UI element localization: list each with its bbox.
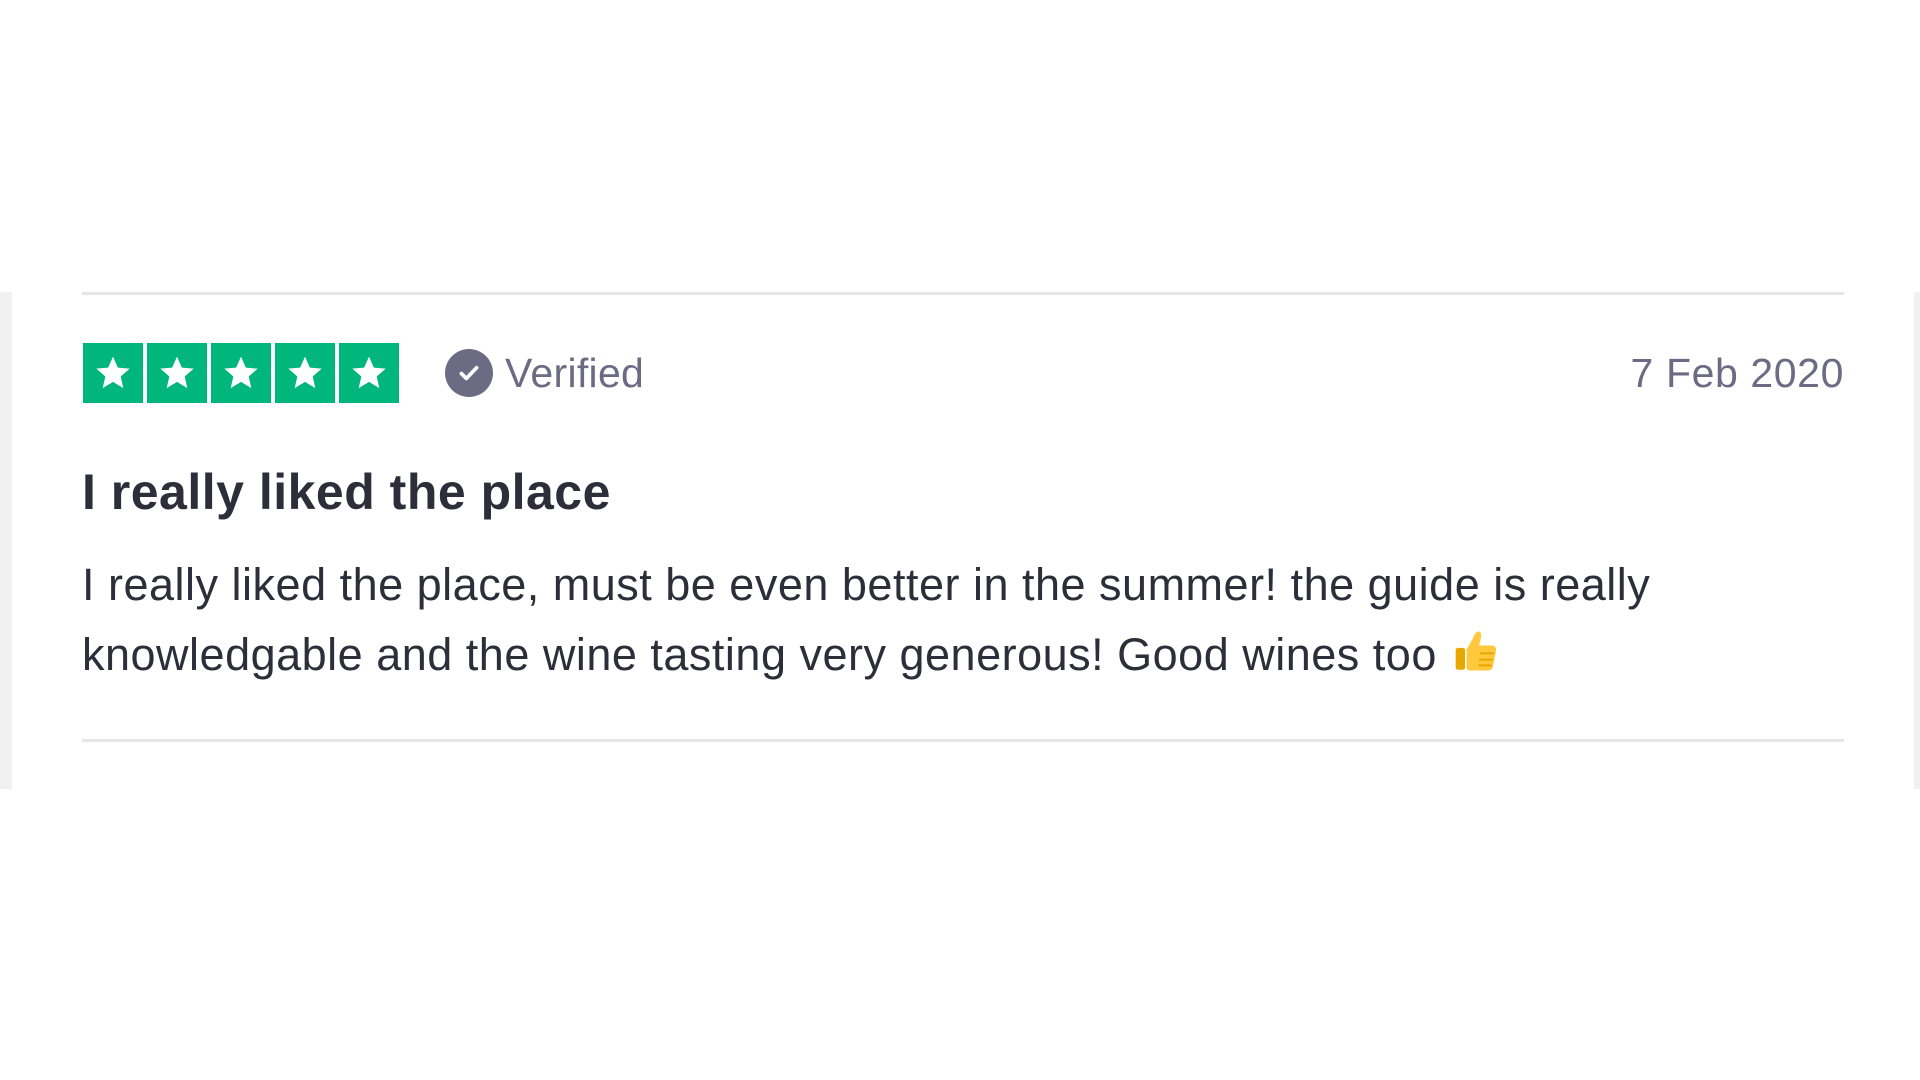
review-card: Verified 7 Feb 2020 I really liked the p…	[82, 292, 1844, 742]
star-icon	[147, 343, 207, 403]
star-icon	[275, 343, 335, 403]
checkmark-icon	[445, 349, 493, 397]
star-icon	[211, 343, 271, 403]
review-title[interactable]: I really liked the place	[82, 462, 611, 522]
review-date: 7 Feb 2020	[1630, 350, 1844, 396]
thumbs-up-icon	[1455, 631, 1496, 671]
star-rating	[83, 343, 399, 403]
review-top-divider	[82, 292, 1844, 295]
review-bottom-divider	[82, 739, 1844, 742]
review-body: I really liked the place, must be even b…	[82, 550, 1844, 690]
right-page-edge	[1914, 292, 1920, 789]
left-page-edge	[0, 292, 12, 789]
star-icon	[83, 343, 143, 403]
verified-label: Verified	[505, 349, 645, 396]
review-body-text: I really liked the place, must be even b…	[82, 559, 1651, 680]
verified-badge[interactable]: Verified	[445, 348, 644, 398]
star-icon	[339, 343, 399, 403]
